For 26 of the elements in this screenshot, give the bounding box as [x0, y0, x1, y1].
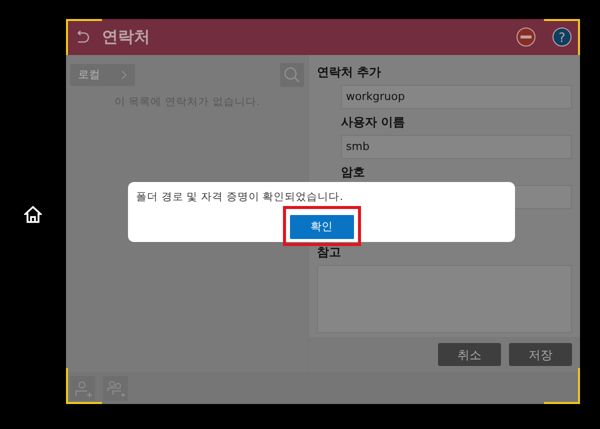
- minus-circle-icon[interactable]: [516, 27, 536, 47]
- add-contact-button[interactable]: [70, 376, 95, 400]
- input-field[interactable]: smb: [341, 135, 572, 159]
- corner-bracket: [544, 19, 580, 55]
- screen-title: 연락처: [102, 26, 150, 48]
- field-label: 참고: [317, 244, 342, 261]
- search-icon: [283, 66, 301, 84]
- cancel-button[interactable]: 취소: [438, 343, 501, 366]
- corner-bracket: [544, 368, 580, 404]
- home-icon[interactable]: [24, 206, 42, 223]
- dialog-message: 폴더 경로 및 자격 증명이 확인되었습니다.: [136, 190, 344, 205]
- save-button[interactable]: 저장: [509, 343, 572, 366]
- ok-button[interactable]: 확인: [290, 215, 354, 239]
- field-label: 암호: [341, 164, 366, 181]
- field-label: 사용자 이름: [341, 114, 406, 131]
- add-group-button[interactable]: [103, 376, 128, 400]
- search-button[interactable]: [280, 63, 304, 87]
- people-plus-icon: [106, 378, 126, 399]
- form-heading: 연락처 추가: [317, 64, 382, 81]
- corner-bracket: [66, 19, 102, 55]
- source-button[interactable]: 로컬: [70, 64, 135, 86]
- help-icon[interactable]: ?: [552, 27, 572, 47]
- chevron-icon: [121, 70, 127, 80]
- corner-bracket: [66, 368, 102, 404]
- person-plus-icon: [72, 378, 92, 399]
- input-field[interactable]: workgruop: [341, 85, 572, 109]
